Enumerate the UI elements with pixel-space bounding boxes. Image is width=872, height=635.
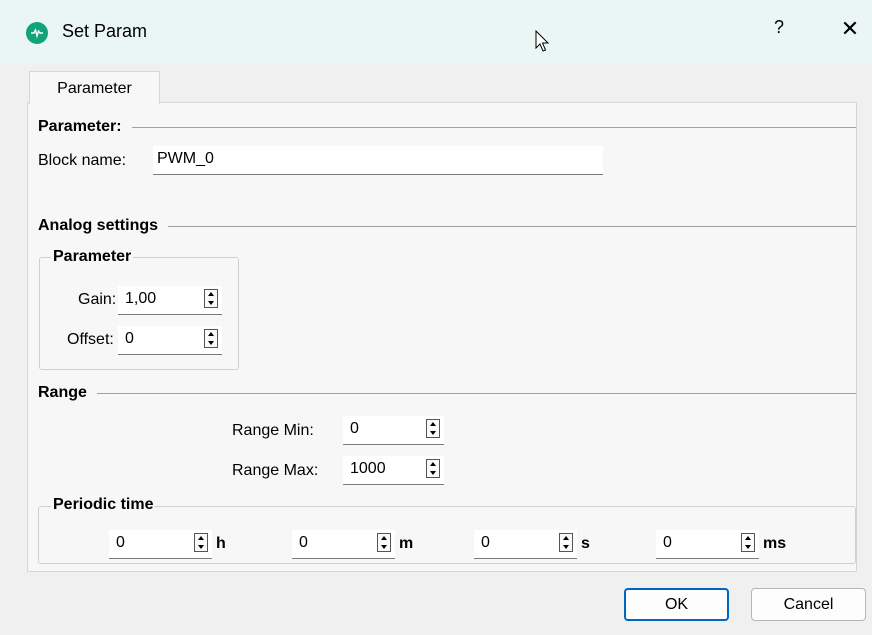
help-button[interactable]: ? bbox=[769, 17, 789, 38]
periodic-time-title: Periodic time bbox=[51, 496, 156, 514]
spin-arrows-icon[interactable] bbox=[377, 533, 391, 552]
range-min-value: 0 bbox=[350, 420, 359, 437]
hours-unit-label: h bbox=[216, 535, 226, 552]
periodic-seconds-value: 0 bbox=[481, 534, 490, 551]
ok-button[interactable]: OK bbox=[624, 588, 729, 621]
periodic-milliseconds-value: 0 bbox=[663, 534, 672, 551]
range-max-spinbox[interactable]: 1000 bbox=[343, 456, 444, 485]
range-section-header: Range bbox=[38, 384, 856, 402]
spin-arrows-icon[interactable] bbox=[204, 289, 218, 308]
offset-label: Offset: bbox=[67, 331, 114, 348]
cancel-button[interactable]: Cancel bbox=[751, 588, 866, 621]
window-title: Set Param bbox=[62, 21, 148, 41]
section-divider bbox=[96, 392, 856, 394]
section-divider bbox=[131, 126, 856, 128]
parameter-section-title: Parameter: bbox=[38, 118, 122, 135]
offset-value: 0 bbox=[125, 330, 134, 347]
spin-arrows-icon[interactable] bbox=[426, 419, 440, 438]
block-name-label: Block name: bbox=[38, 152, 127, 169]
parameter-group-title: Parameter bbox=[51, 248, 134, 266]
close-button[interactable]: ✕ bbox=[838, 16, 862, 42]
block-name-value: PWM_0 bbox=[157, 150, 214, 167]
spin-arrows-icon[interactable] bbox=[741, 533, 755, 552]
gain-spinbox[interactable]: 1,00 bbox=[118, 286, 222, 315]
gain-label: Gain: bbox=[78, 291, 117, 308]
analog-settings-header: Analog settings bbox=[38, 217, 856, 235]
range-min-label: Range Min: bbox=[232, 422, 314, 439]
offset-spinbox[interactable]: 0 bbox=[118, 326, 222, 355]
block-name-field[interactable]: PWM_0 bbox=[153, 146, 603, 175]
milliseconds-unit-label: ms bbox=[763, 535, 787, 552]
spin-arrows-icon[interactable] bbox=[194, 533, 208, 552]
range-max-label: Range Max: bbox=[232, 462, 319, 479]
spin-arrows-icon[interactable] bbox=[204, 329, 218, 348]
minutes-unit-label: m bbox=[399, 535, 414, 552]
periodic-hours-value: 0 bbox=[116, 534, 125, 551]
analog-settings-title: Analog settings bbox=[38, 217, 159, 234]
parameter-section-header: Parameter: bbox=[38, 118, 856, 136]
periodic-hours-spinbox[interactable]: 0 bbox=[109, 530, 212, 559]
range-section-title: Range bbox=[38, 384, 87, 401]
periodic-milliseconds-spinbox[interactable]: 0 bbox=[656, 530, 759, 559]
gain-value: 1,00 bbox=[125, 290, 157, 307]
periodic-minutes-value: 0 bbox=[299, 534, 308, 551]
periodic-minutes-spinbox[interactable]: 0 bbox=[292, 530, 395, 559]
spin-arrows-icon[interactable] bbox=[559, 533, 573, 552]
seconds-unit-label: s bbox=[581, 535, 590, 552]
periodic-seconds-spinbox[interactable]: 0 bbox=[474, 530, 577, 559]
title-bar: Set Param ? ✕ bbox=[0, 0, 872, 63]
mouse-pointer-icon bbox=[535, 30, 550, 52]
app-logo-icon bbox=[26, 22, 48, 44]
spin-arrows-icon[interactable] bbox=[426, 459, 440, 478]
range-max-value: 1000 bbox=[350, 460, 386, 477]
range-min-spinbox[interactable]: 0 bbox=[343, 416, 444, 445]
section-divider bbox=[168, 225, 856, 227]
tab-parameter[interactable]: Parameter bbox=[29, 71, 160, 104]
